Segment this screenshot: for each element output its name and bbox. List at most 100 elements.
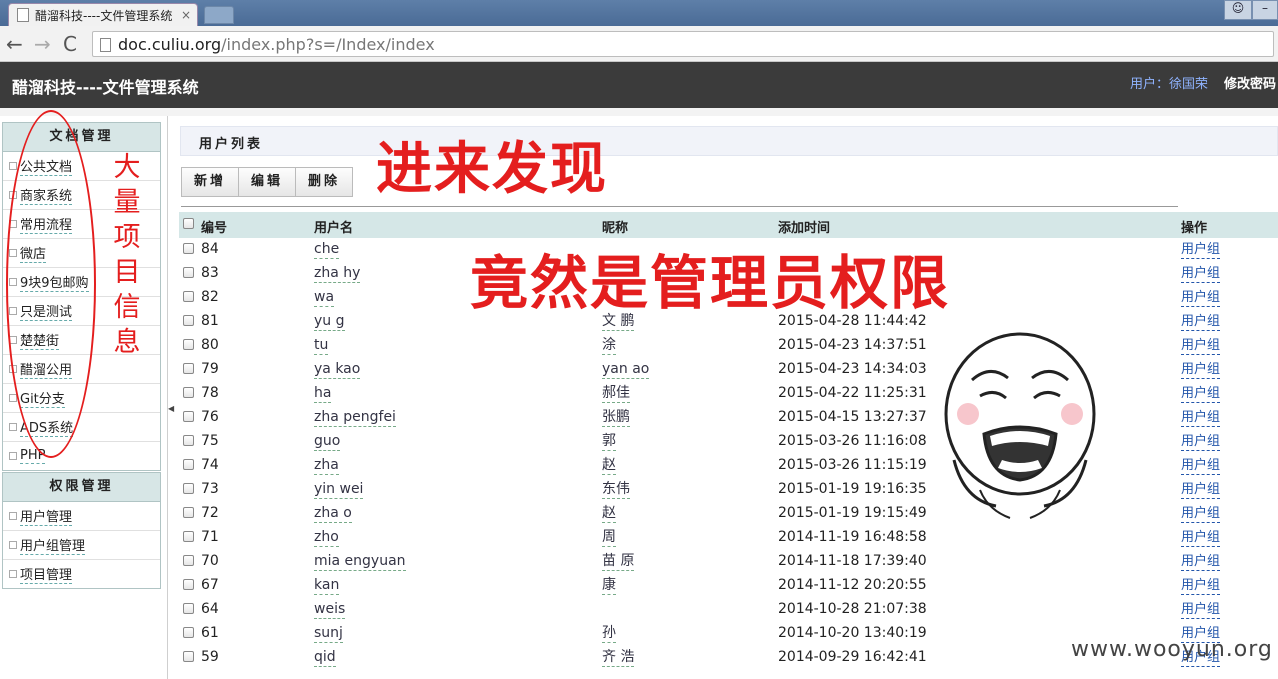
cell-username[interactable]: sunj [314,625,343,643]
row-checkbox[interactable] [183,483,194,494]
cell-id: 76 [201,409,219,425]
edit-button[interactable]: 编辑 [238,167,297,197]
row-checkbox[interactable] [183,579,194,590]
cell-nickname[interactable]: 涂 [602,337,616,355]
user-group-link[interactable]: 用户组 [1181,338,1221,355]
row-checkbox[interactable] [183,459,194,470]
row-checkbox[interactable] [183,315,194,326]
close-icon[interactable]: × [181,8,191,22]
current-user: 用户：徐国荣 [1129,77,1208,92]
row-checkbox[interactable] [183,507,194,518]
cell-nickname[interactable]: 孙 [602,625,616,643]
row-checkbox[interactable] [183,243,194,254]
cell-username[interactable]: che [314,241,340,259]
cell-username[interactable]: zha pengfei [314,409,396,427]
row-checkbox[interactable] [183,267,194,278]
cell-username[interactable]: zha [314,457,339,475]
user-group-link[interactable]: 用户组 [1181,434,1221,451]
cell-nickname[interactable]: 苗 原 [602,553,635,571]
cell-nickname[interactable]: 齐 浩 [602,649,635,667]
user-group-link[interactable]: 用户组 [1181,554,1221,571]
cell-username[interactable]: weis [314,601,346,619]
row-checkbox[interactable] [183,627,194,638]
cell-nickname[interactable]: yan ao [602,361,650,379]
user-group-link[interactable]: 用户组 [1181,506,1221,523]
row-checkbox[interactable] [183,555,194,566]
user-group-link[interactable]: 用户组 [1181,266,1221,283]
perm-item[interactable]: 用户组管理 [3,531,160,560]
cell-id: 73 [201,481,219,497]
collapse-sidebar-icon[interactable]: ◀ [168,404,176,418]
cell-id: 67 [201,577,219,593]
user-group-link[interactable]: 用户组 [1181,458,1221,475]
cell-nickname[interactable]: 康 [602,577,616,595]
cell-nickname[interactable]: 东伟 [602,481,630,499]
back-icon[interactable]: ← [6,32,23,56]
reload-icon[interactable]: C [63,32,77,56]
cell-username[interactable]: zho [314,529,339,547]
change-password-link[interactable]: 修改密码 [1224,73,1276,92]
row-checkbox[interactable] [183,363,194,374]
forward-icon[interactable]: → [34,32,51,56]
cell-username[interactable]: zha o [314,505,352,523]
user-group-link[interactable]: 用户组 [1181,410,1221,427]
user-group-link[interactable]: 用户组 [1181,530,1221,547]
row-checkbox[interactable] [183,339,194,350]
user-group-link[interactable]: 用户组 [1181,482,1221,499]
row-checkbox[interactable] [183,387,194,398]
browser-tab[interactable]: 醋溜科技----文件管理系统 × [8,3,198,26]
user-group-link[interactable]: 用户组 [1181,290,1221,307]
cell-username[interactable]: zha hy [314,265,361,283]
new-tab-button[interactable] [204,6,234,24]
permission-menu-title: 权限管理 [3,473,160,502]
select-all-checkbox[interactable] [183,218,194,229]
user-group-link[interactable]: 用户组 [1181,386,1221,403]
column-id[interactable]: 编号 [201,217,227,236]
perm-item[interactable]: 用户管理 [3,502,160,531]
cell-username[interactable]: mia engyuan [314,553,406,571]
cell-username[interactable]: yin wei [314,481,364,499]
cell-nickname[interactable]: 赵 [602,505,616,523]
column-time[interactable]: 添加时间 [778,217,830,236]
user-group-link[interactable]: 用户组 [1181,578,1221,595]
row-checkbox[interactable] [183,291,194,302]
cell-time: 2015-04-23 14:37:51 [778,337,927,353]
cell-username[interactable]: tu [314,337,329,355]
column-username[interactable]: 用户名 [314,217,353,236]
docs-item[interactable]: PHP [3,442,160,470]
cell-nickname[interactable]: 郝佳 [602,385,630,403]
cell-username[interactable]: guo [314,433,341,451]
url-input[interactable]: doc.culiu.org/index.php?s=/Index/index [92,31,1274,57]
tree-node-icon [9,570,17,578]
row-checkbox[interactable] [183,531,194,542]
user-group-link[interactable]: 用户组 [1181,242,1221,259]
row-checkbox[interactable] [183,411,194,422]
cell-username[interactable]: ha [314,385,332,403]
user-group-link[interactable]: 用户组 [1181,314,1221,331]
column-nickname[interactable]: 昵称 [602,217,628,236]
cell-username[interactable]: qid [314,649,336,667]
add-button[interactable]: 新增 [181,167,240,197]
perm-item[interactable]: 项目管理 [3,560,160,588]
user-icon[interactable]: ☺ [1224,0,1252,20]
user-group-link[interactable]: 用户组 [1181,602,1221,619]
row-checkbox[interactable] [183,603,194,614]
user-group-link[interactable]: 用户组 [1181,362,1221,379]
minimize-icon[interactable]: – [1252,0,1278,20]
cell-nickname[interactable]: 周 [602,529,616,547]
cell-username[interactable]: wa [314,289,335,307]
cell-time: 2014-11-18 17:39:40 [778,553,927,569]
cell-username[interactable]: yu g [314,313,345,331]
cell-username[interactable]: ya kao [314,361,361,379]
row-checkbox[interactable] [183,651,194,662]
cell-time: 2014-11-12 20:20:55 [778,577,927,593]
row-checkbox[interactable] [183,435,194,446]
cell-nickname[interactable]: 张鹏 [602,409,630,427]
permission-menu: 权限管理 用户管理用户组管理 项目管理 [2,472,161,589]
perm-item-label: 用户管理 [20,506,73,526]
cell-nickname[interactable]: 赵 [602,457,616,475]
cell-username[interactable]: kan [314,577,340,595]
delete-button[interactable]: 删除 [295,167,354,197]
annotation-char: 大 [113,152,141,183]
cell-nickname[interactable]: 郭 [602,433,616,451]
